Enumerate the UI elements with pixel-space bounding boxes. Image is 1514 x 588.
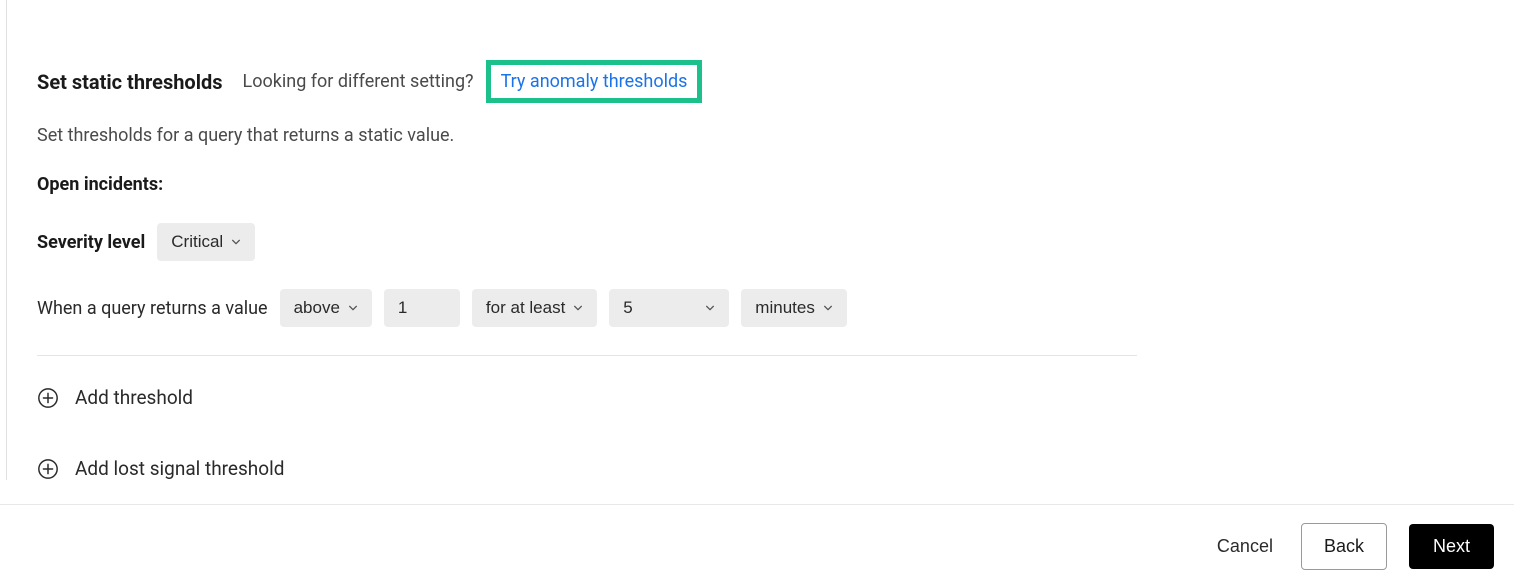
plus-circle-icon — [37, 387, 59, 409]
duration-mode-select[interactable]: for at least — [472, 289, 597, 327]
add-threshold-button[interactable]: Add threshold — [37, 386, 1484, 409]
duration-mode-value: for at least — [486, 298, 565, 318]
severity-row: Severity level Critical — [37, 223, 1484, 261]
severity-value: Critical — [171, 232, 223, 252]
open-incidents-label: Open incidents: — [37, 174, 1484, 195]
plus-circle-icon — [37, 458, 59, 480]
add-lost-signal-label: Add lost signal threshold — [75, 457, 284, 480]
back-button[interactable]: Back — [1301, 523, 1387, 570]
alt-setting-prompt: Looking for different setting? — [243, 71, 474, 92]
chevron-down-icon — [823, 303, 833, 313]
duration-value-select[interactable]: 5 — [609, 289, 729, 327]
chevron-down-icon — [231, 237, 241, 247]
duration-unit-select[interactable]: minutes — [741, 289, 847, 327]
duration-value: 5 — [623, 298, 632, 318]
chevron-down-icon — [573, 303, 583, 313]
cancel-button[interactable]: Cancel — [1211, 526, 1279, 567]
try-anomaly-link[interactable]: Try anomaly thresholds — [486, 60, 703, 103]
condition-row: When a query returns a value above for a… — [37, 289, 1484, 327]
add-lost-signal-button[interactable]: Add lost signal threshold — [37, 457, 1484, 480]
condition-prefix: When a query returns a value — [37, 298, 268, 319]
comparator-value: above — [294, 298, 340, 318]
comparator-select[interactable]: above — [280, 289, 372, 327]
next-button[interactable]: Next — [1409, 524, 1494, 569]
add-threshold-label: Add threshold — [75, 386, 193, 409]
footer-actions: Cancel Back Next — [0, 504, 1514, 588]
severity-select[interactable]: Critical — [157, 223, 255, 261]
threshold-settings-panel: Set static thresholds Looking for differ… — [6, 0, 1514, 480]
section-description: Set thresholds for a query that returns … — [37, 125, 1484, 146]
severity-label: Severity level — [37, 232, 145, 253]
header-row: Set static thresholds Looking for differ… — [37, 60, 1484, 103]
chevron-down-icon — [348, 303, 358, 313]
threshold-value-input[interactable] — [384, 289, 460, 327]
section-title: Set static thresholds — [37, 70, 223, 94]
chevron-down-icon — [705, 303, 715, 313]
divider — [37, 355, 1137, 356]
duration-unit-value: minutes — [755, 298, 815, 318]
